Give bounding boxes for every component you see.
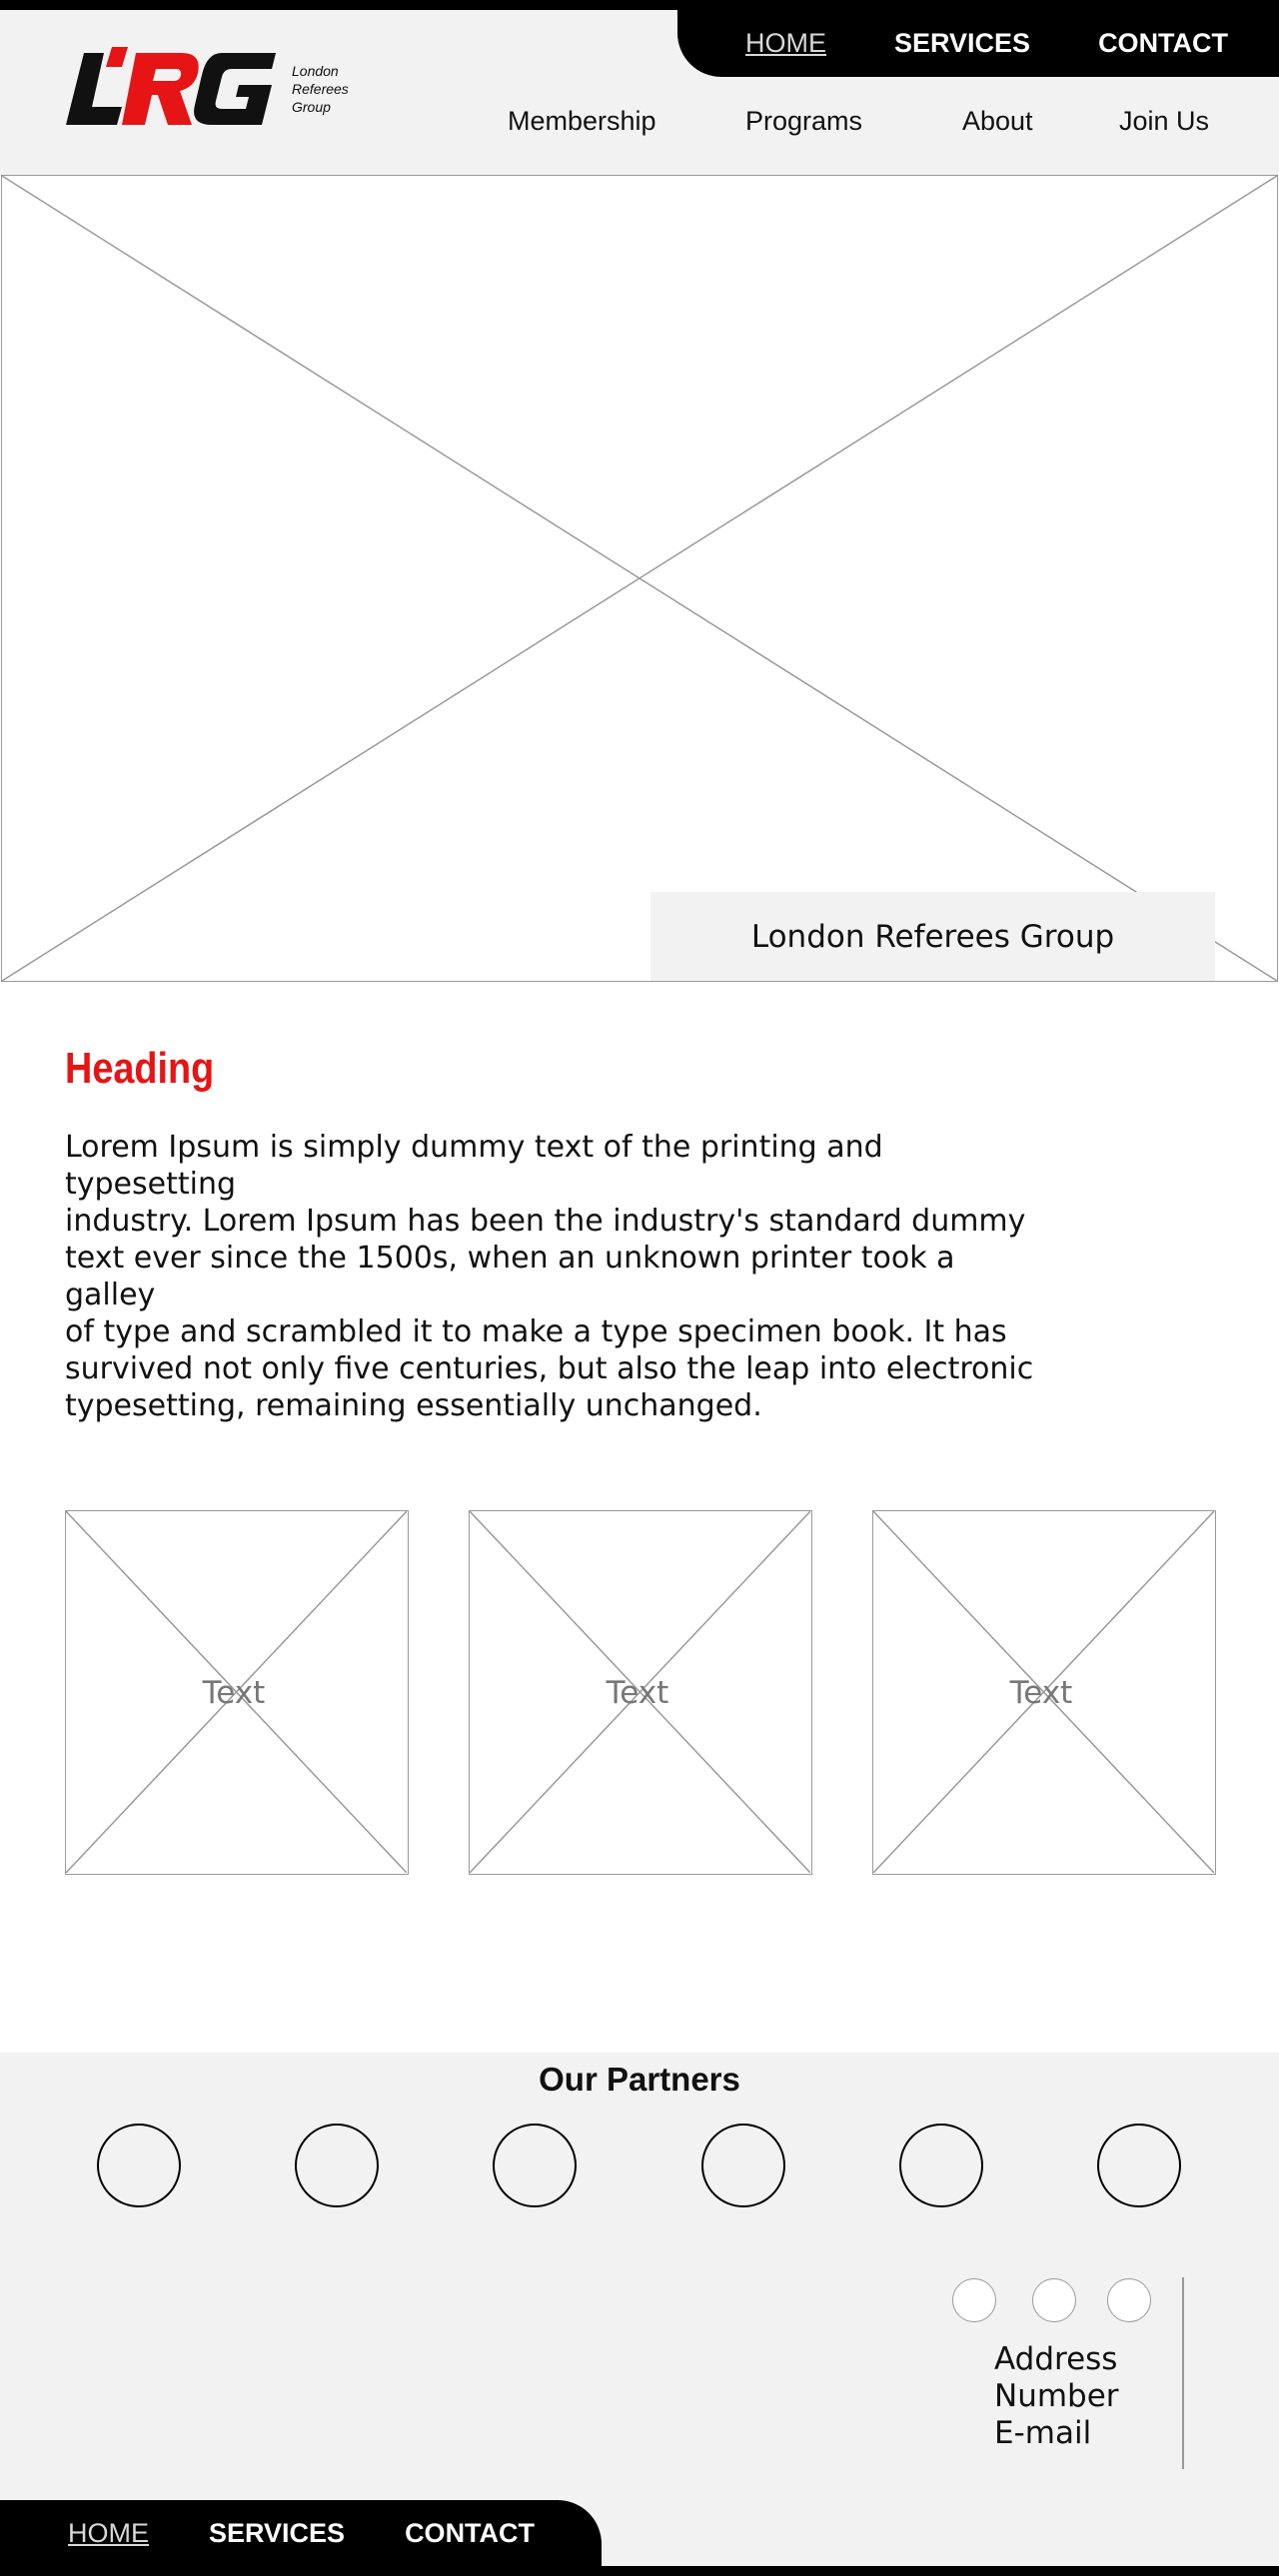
logo-subtitle-line1: London [292,63,339,79]
footer-nav-home-link[interactable]: HOME [68,2518,149,2549]
contact-email: E-mail [994,2415,1092,2451]
intro-paragraph: Lorem Ipsum is simply dummy text of the … [65,1130,1034,1423]
contact-info: Address Number E-mail [994,2341,1119,2452]
social-icon[interactable] [1032,2278,1076,2322]
feature-card[interactable]: Text [872,1510,1216,1875]
top-border-strip [0,0,1279,10]
contact-address: Address [994,2341,1118,2377]
social-icon[interactable] [1107,2278,1151,2322]
social-icon[interactable] [952,2278,996,2322]
contact-number: Number [994,2378,1119,2414]
partner-logo[interactable] [899,2124,983,2207]
card-text: Text [1009,1674,1073,1711]
footer-nav-services-link[interactable]: SERVICES [209,2518,345,2549]
hero-placeholder-cross [2,176,1277,981]
partner-logo[interactable] [701,2124,785,2207]
logo-subtitle-line2: Referees [292,81,349,97]
section-heading: Heading [65,1044,215,1093]
partner-logo[interactable] [493,2124,577,2207]
card-text: Text [202,1674,266,1711]
footer-nav-contact-link[interactable]: CONTACT [405,2518,535,2549]
top-nav-home-link[interactable]: HOME [745,28,826,59]
top-nav-contact-link[interactable]: CONTACT [1098,28,1228,59]
partners-title: Our Partners [539,2061,740,2098]
hero-image-placeholder [1,175,1278,982]
main-nav: Membership Programs About Join Us [0,106,1279,146]
hero-caption: London Referees Group [650,892,1215,981]
feature-card[interactable]: Text [65,1510,409,1875]
top-nav: HOME SERVICES CONTACT [677,10,1279,77]
partners-footer-section [0,2053,1279,2572]
partner-logo[interactable] [295,2124,379,2207]
top-nav-services-link[interactable]: SERVICES [894,28,1030,59]
nav-join-us-link[interactable]: Join Us [1119,106,1209,137]
card-text: Text [606,1674,669,1711]
partner-logo[interactable] [97,2124,181,2207]
footer-nav: HOME SERVICES CONTACT [0,2500,602,2566]
contact-divider [1182,2277,1184,2469]
partner-logo[interactable] [1097,2124,1181,2207]
feature-card[interactable]: Text [469,1510,812,1875]
bottom-border-strip [0,2566,1279,2576]
nav-about-link[interactable]: About [962,106,1033,137]
nav-membership-link[interactable]: Membership [508,106,656,137]
nav-programs-link[interactable]: Programs [745,106,862,137]
